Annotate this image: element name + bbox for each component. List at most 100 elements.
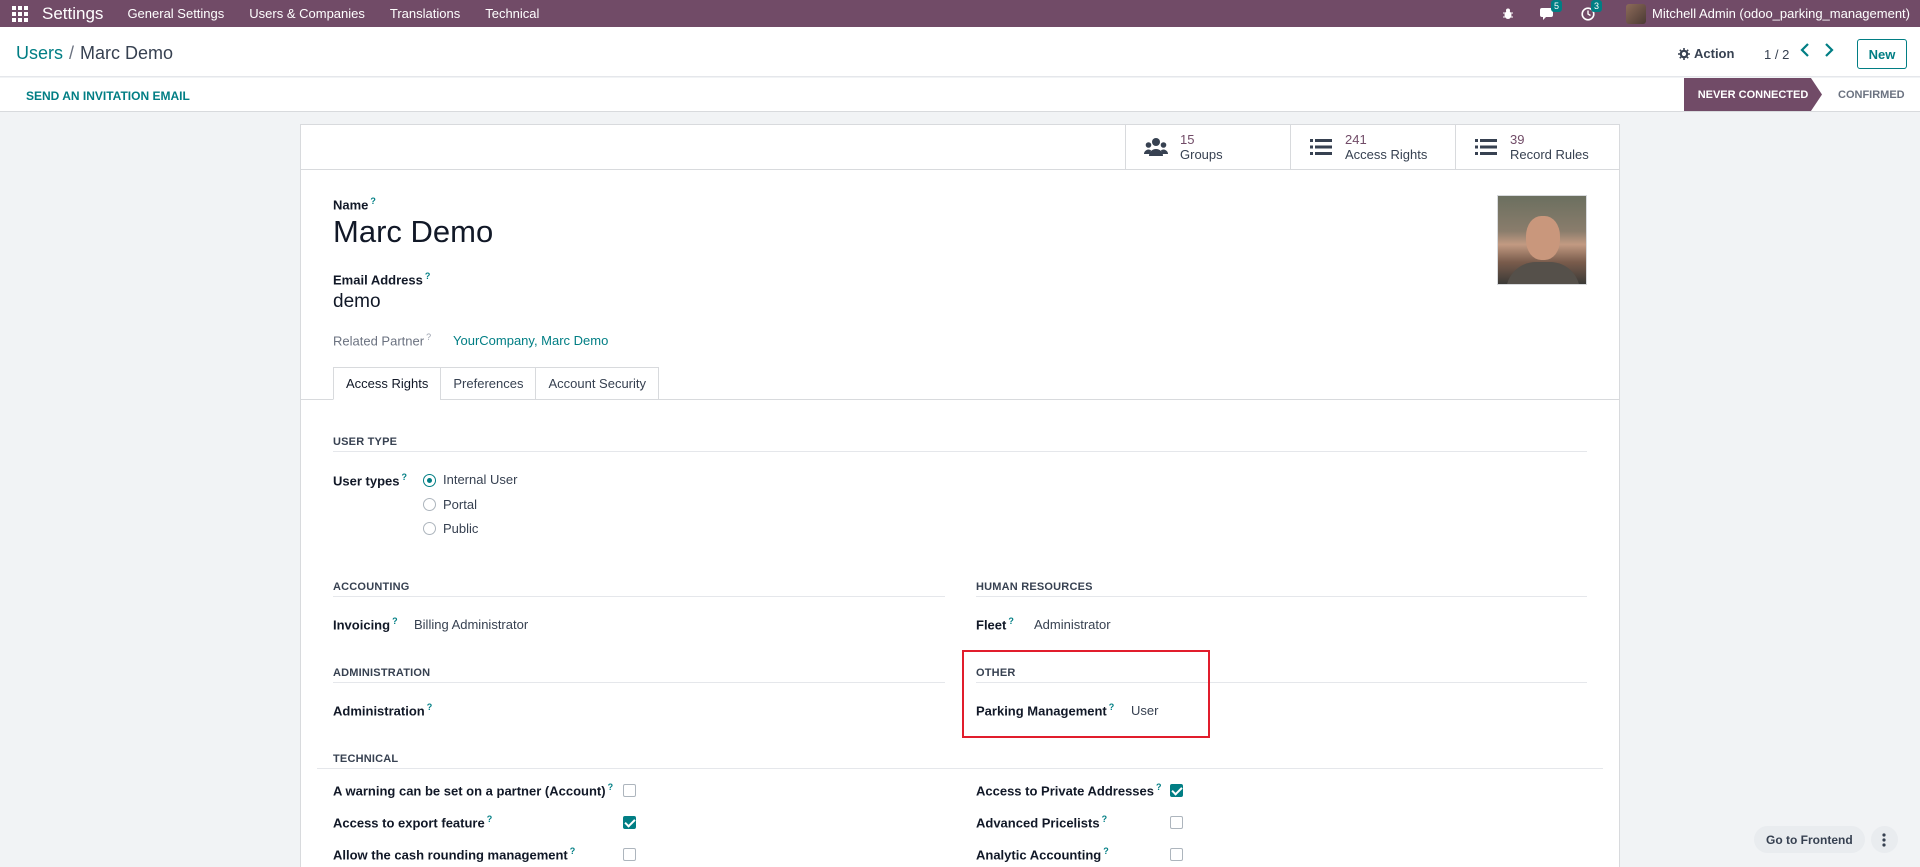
access-rights-count: 241 bbox=[1345, 132, 1367, 147]
tech-right-1-checkbox[interactable] bbox=[1170, 816, 1183, 829]
help-icon[interactable]: ? bbox=[608, 782, 614, 792]
tech-left-1-checkbox[interactable] bbox=[623, 816, 636, 829]
send-invitation-button[interactable]: SEND AN INVITATION EMAIL bbox=[26, 89, 190, 103]
help-icon[interactable]: ? bbox=[426, 332, 431, 342]
tech-right-0-checkbox[interactable] bbox=[1170, 784, 1183, 797]
list-icon bbox=[1309, 137, 1333, 157]
top-navbar: Settings General Settings Users & Compan… bbox=[0, 0, 1920, 27]
tech-left-1-label: Access to export feature? bbox=[333, 814, 493, 831]
user-avatar-photo[interactable] bbox=[1497, 195, 1587, 285]
help-icon[interactable]: ? bbox=[401, 472, 407, 482]
tech-right-2-checkbox[interactable] bbox=[1170, 848, 1183, 861]
user-avatar[interactable] bbox=[1626, 3, 1647, 24]
tech-left-2-checkbox[interactable] bbox=[623, 848, 636, 861]
tab-preferences[interactable]: Preferences bbox=[440, 367, 537, 400]
email-label: Email Address? bbox=[333, 271, 431, 288]
help-icon[interactable]: ? bbox=[1103, 846, 1109, 856]
frontend-widget: Go to Frontend bbox=[1754, 826, 1898, 853]
radio-portal-label[interactable]: Portal bbox=[443, 497, 477, 512]
tech-right-2-label: Analytic Accounting? bbox=[976, 846, 1109, 863]
groups-label: Groups bbox=[1180, 147, 1223, 162]
access-rights-label: Access Rights bbox=[1345, 147, 1428, 162]
radio-public[interactable] bbox=[423, 522, 436, 535]
help-icon[interactable]: ? bbox=[427, 702, 433, 712]
action-button[interactable]: Action bbox=[1678, 46, 1734, 61]
list-icon bbox=[1474, 137, 1498, 157]
section-divider bbox=[976, 596, 1587, 597]
tech-right-0-label: Access to Private Addresses? bbox=[976, 782, 1162, 799]
tab-access-rights[interactable]: Access Rights bbox=[333, 367, 442, 400]
menu-general-settings[interactable]: General Settings bbox=[127, 6, 224, 21]
fleet-label: Fleet? bbox=[976, 616, 1014, 633]
tech-left-0-label: A warning can be set on a partner (Accou… bbox=[333, 782, 614, 799]
clock-icon[interactable]: 3 bbox=[1580, 0, 1603, 22]
record-rules-smart-button[interactable]: 39 Record Rules bbox=[1455, 125, 1620, 169]
section-divider bbox=[333, 451, 1587, 452]
help-icon[interactable]: ? bbox=[1156, 782, 1162, 792]
smart-button-bar: 15 Groups 241 Access Rights 39 Record Ru… bbox=[301, 125, 1619, 170]
section-administration: ADMINISTRATION bbox=[333, 667, 431, 679]
menu-translations[interactable]: Translations bbox=[390, 6, 460, 21]
radio-public-label[interactable]: Public bbox=[443, 521, 478, 536]
go-to-frontend-button[interactable]: Go to Frontend bbox=[1754, 826, 1865, 853]
gear-icon bbox=[1678, 47, 1690, 60]
radio-internal-user[interactable] bbox=[423, 474, 436, 487]
help-icon[interactable]: ? bbox=[487, 814, 493, 824]
notebook-tabs: Access Rights Preferences Account Securi… bbox=[333, 367, 660, 400]
new-button[interactable]: New bbox=[1857, 39, 1907, 69]
name-field[interactable]: Marc Demo bbox=[333, 214, 493, 250]
user-menu[interactable]: Mitchell Admin (odoo_parking_management) bbox=[1652, 6, 1910, 21]
breadcrumb: Users / Marc Demo bbox=[16, 43, 173, 64]
access-rights-smart-button[interactable]: 241 Access Rights bbox=[1290, 125, 1455, 169]
groups-smart-button[interactable]: 15 Groups bbox=[1125, 125, 1290, 169]
fleet-select[interactable]: Administrator bbox=[1034, 617, 1111, 632]
help-icon[interactable]: ? bbox=[392, 616, 398, 626]
record-rules-label: Record Rules bbox=[1510, 147, 1589, 162]
user-types-label: User types? bbox=[333, 472, 407, 489]
control-panel: Users / Marc Demo Action 1 / 2 New bbox=[0, 27, 1920, 77]
related-partner-label: Related Partner? bbox=[333, 332, 432, 349]
tech-left-2-label: Allow the cash rounding management? bbox=[333, 846, 576, 863]
radio-portal[interactable] bbox=[423, 498, 436, 511]
menu-technical[interactable]: Technical bbox=[485, 6, 539, 21]
section-divider bbox=[317, 768, 1603, 769]
help-icon[interactable]: ? bbox=[425, 271, 431, 281]
stage-confirmed[interactable]: CONFIRMED bbox=[1838, 89, 1905, 101]
pager-prev-icon[interactable] bbox=[1800, 43, 1816, 61]
action-label: Action bbox=[1694, 46, 1735, 61]
related-partner-link[interactable]: YourCompany, Marc Demo bbox=[453, 333, 608, 348]
section-technical: TECHNICAL bbox=[333, 753, 399, 765]
section-accounting: ACCOUNTING bbox=[333, 581, 410, 593]
chat-icon[interactable]: 5 bbox=[1540, 0, 1563, 22]
administration-label: Administration? bbox=[333, 702, 433, 719]
tech-right-1-label: Advanced Pricelists? bbox=[976, 814, 1108, 831]
invoicing-select[interactable]: Billing Administrator bbox=[414, 617, 528, 632]
apps-grid-icon[interactable] bbox=[12, 5, 28, 22]
activities-badge: 3 bbox=[1591, 0, 1603, 12]
pager-value[interactable]: 1 / 2 bbox=[1764, 47, 1789, 62]
status-bar: SEND AN INVITATION EMAIL NEVER CONNECTED… bbox=[0, 78, 1920, 112]
email-field[interactable]: demo bbox=[333, 291, 381, 313]
app-brand[interactable]: Settings bbox=[42, 4, 103, 24]
section-divider bbox=[333, 596, 945, 597]
tech-left-0-checkbox[interactable] bbox=[623, 784, 636, 797]
stage-never-connected[interactable]: NEVER CONNECTED bbox=[1684, 78, 1822, 111]
help-icon[interactable]: ? bbox=[1102, 814, 1108, 824]
tab-account-security[interactable]: Account Security bbox=[535, 367, 660, 400]
name-label: Name? bbox=[333, 196, 376, 213]
section-divider bbox=[333, 682, 945, 683]
section-user-type: USER TYPE bbox=[333, 436, 398, 448]
debug-bug-icon[interactable] bbox=[1500, 6, 1516, 22]
help-icon[interactable]: ? bbox=[570, 846, 576, 856]
help-icon[interactable]: ? bbox=[1008, 616, 1014, 626]
radio-internal-user-label[interactable]: Internal User bbox=[443, 472, 517, 487]
invoicing-label: Invoicing? bbox=[333, 616, 398, 633]
users-icon bbox=[1144, 137, 1168, 157]
pager-next-icon[interactable] bbox=[1824, 43, 1840, 61]
messages-badge: 5 bbox=[1551, 0, 1563, 12]
help-icon[interactable]: ? bbox=[370, 196, 376, 206]
menu-users-companies[interactable]: Users & Companies bbox=[249, 6, 365, 21]
record-rules-count: 39 bbox=[1510, 132, 1525, 147]
more-vertical-icon[interactable] bbox=[1870, 826, 1898, 853]
breadcrumb-users[interactable]: Users bbox=[16, 43, 63, 63]
